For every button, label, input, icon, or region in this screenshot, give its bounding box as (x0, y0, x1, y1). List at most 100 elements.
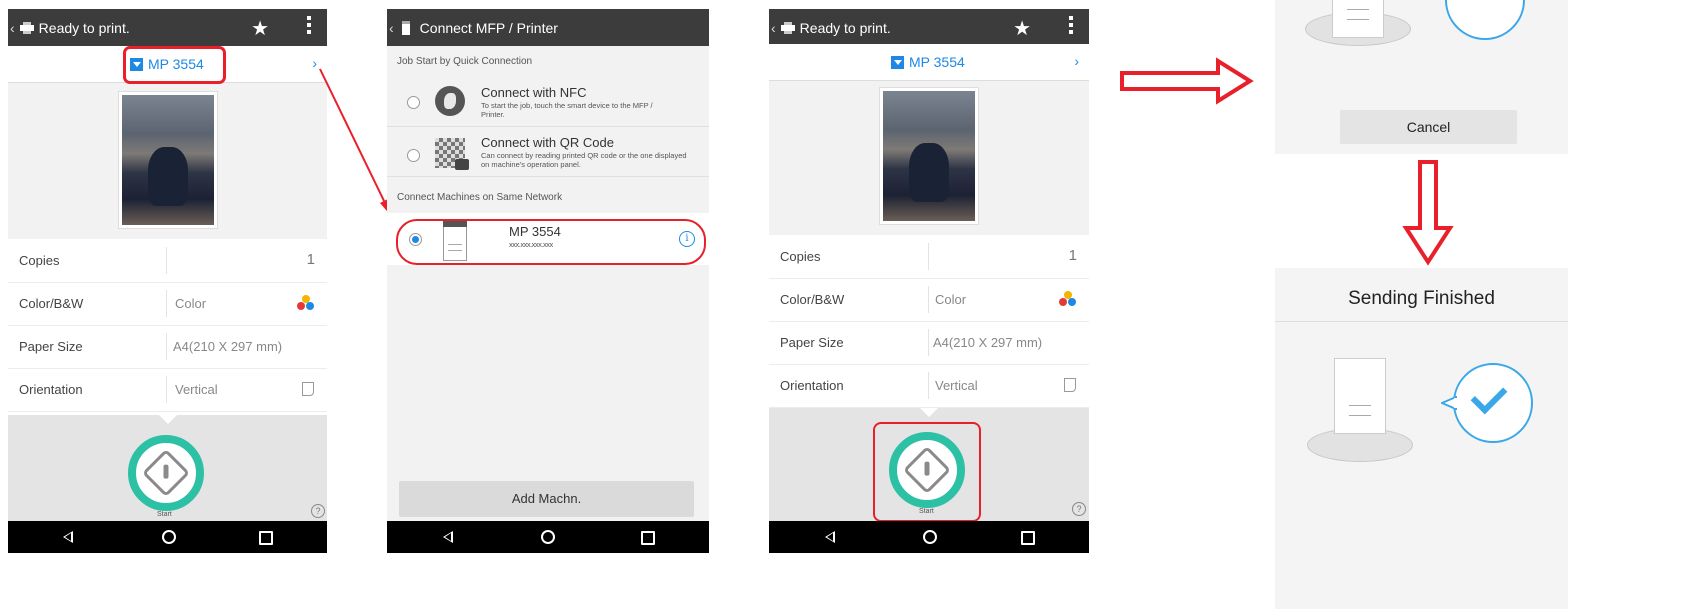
setting-label: Paper Size (780, 335, 844, 350)
device-name-label: MP 3554 (909, 54, 965, 70)
setting-label: Paper Size (19, 339, 83, 354)
setting-label: Color/B&W (19, 296, 84, 311)
dropdown-icon (891, 55, 904, 69)
setting-paper-size[interactable]: Paper Size A4(210 X 297 mm) (8, 325, 327, 369)
mfp-printer-icon (1334, 358, 1386, 434)
device-name[interactable]: MP 3554 (891, 54, 965, 70)
setting-value: Vertical (935, 378, 978, 393)
option-qr[interactable]: Connect with QR Code Can connect by read… (387, 126, 709, 177)
overflow-menu-icon[interactable] (307, 16, 311, 36)
header-title: Ready to print. (38, 19, 130, 36)
preview-thumbnail[interactable] (879, 87, 979, 225)
highlight-start (873, 422, 981, 522)
nfc-radio[interactable] (407, 96, 420, 109)
back-icon[interactable]: ‹ (10, 20, 15, 36)
setting-value: A4(210 X 297 mm) (933, 335, 1043, 350)
print-settings: Copies 1 Color/B&W Color Paper Size A4(2… (8, 239, 327, 415)
back-icon[interactable]: ‹ (389, 20, 394, 36)
setting-label: Orientation (19, 382, 83, 397)
mfp-printer-icon (1332, 0, 1384, 38)
qr-description: Can connect by reading printed QR code o… (481, 151, 687, 169)
highlight-device (123, 46, 226, 84)
phone-connect-printer: ‹ Connect MFP / Printer Job Start by Qui… (387, 9, 709, 553)
printer-icon (401, 20, 410, 35)
setting-color[interactable]: Color/B&W Color (769, 278, 1089, 322)
panel-sending-finished: Sending Finished (1275, 268, 1568, 609)
setting-label: Copies (780, 249, 821, 264)
nav-back-icon[interactable] (825, 531, 835, 543)
nav-recent-icon[interactable] (641, 531, 655, 545)
setting-value: Color (175, 296, 207, 311)
header-title: Ready to print. (799, 19, 891, 36)
setting-label: Copies (19, 253, 60, 268)
copies-count: 1 (1068, 247, 1077, 264)
start-label: Start (157, 511, 172, 518)
nav-recent-icon[interactable] (259, 531, 273, 545)
setting-color[interactable]: Color/B&W Color (8, 282, 327, 326)
qr-code-icon (435, 138, 469, 170)
android-nav-bar (387, 521, 709, 553)
help-icon[interactable]: ? (1072, 502, 1086, 516)
setting-orientation[interactable]: Orientation Vertical (769, 364, 1089, 408)
start-button[interactable] (128, 435, 204, 511)
qr-radio[interactable] (407, 149, 420, 162)
setting-paper-size[interactable]: Paper Size A4(210 X 297 mm) (769, 321, 1089, 365)
nav-recent-icon[interactable] (1021, 531, 1035, 545)
qr-title: Connect with QR Code (481, 135, 614, 150)
setting-copies[interactable]: Copies 1 (769, 235, 1089, 279)
sending-finished-title: Sending Finished (1348, 288, 1495, 309)
nfc-title: Connect with NFC (481, 85, 587, 100)
option-nfc[interactable]: Connect with NFC To start the job, touch… (387, 76, 709, 127)
nav-back-icon[interactable] (443, 531, 453, 543)
header-title: Connect MFP / Printer (419, 19, 558, 36)
nav-home-icon[interactable] (541, 530, 555, 544)
setting-value: Color (935, 292, 967, 307)
device-selector[interactable]: MP 3554 › (769, 44, 1089, 81)
cancel-button[interactable]: Cancel (1340, 110, 1517, 144)
help-icon[interactable]: ? (311, 504, 325, 518)
copies-count: 1 (306, 251, 315, 268)
nav-home-icon[interactable] (923, 530, 937, 544)
back-icon[interactable]: ‹ (771, 20, 776, 36)
chevron-right-icon[interactable]: › (1074, 53, 1079, 69)
camera-icon (455, 159, 469, 170)
bubble-tail-icon (1441, 396, 1457, 410)
flow-arrow-right (1120, 57, 1254, 105)
preview-thumbnail[interactable] (118, 91, 218, 229)
add-machine-button[interactable]: Add Machn. (399, 481, 694, 517)
setting-copies[interactable]: Copies 1 (8, 239, 327, 283)
overflow-menu-icon[interactable] (1069, 16, 1073, 36)
color-icon (1059, 291, 1077, 307)
highlight-machine (396, 219, 706, 265)
setting-orientation[interactable]: Orientation Vertical (8, 368, 327, 412)
setting-value: Vertical (175, 382, 218, 397)
phone-ready-to-print: ‹ Ready to print. ★ MP 3554 › Copies 1 C… (8, 9, 327, 553)
nav-back-icon[interactable] (63, 531, 73, 543)
nfc-icon (435, 86, 465, 116)
setting-label: Color/B&W (780, 292, 845, 307)
app-logo-icon (780, 21, 795, 34)
nav-home-icon[interactable] (162, 530, 176, 544)
android-nav-bar (8, 521, 327, 553)
star-icon[interactable]: ★ (251, 16, 269, 41)
start-area: Start ? (8, 415, 327, 521)
app-bar: ‹ Ready to print. ★ (769, 9, 1089, 46)
color-icon (297, 295, 315, 311)
section-quick-connection: Job Start by Quick Connection (397, 56, 533, 67)
page-orientation-icon (302, 382, 314, 396)
sending-progress-icon (1445, 0, 1525, 40)
app-bar: ‹ Ready to print. ★ (8, 9, 327, 46)
app-bar: ‹ Connect MFP / Printer (387, 9, 709, 46)
print-settings: Copies 1 Color/B&W Color Paper Size A4(2… (769, 235, 1089, 408)
android-nav-bar (769, 521, 1089, 553)
section-same-network: Connect Machines on Same Network (397, 192, 563, 203)
panel-sending: Cancel (1275, 0, 1568, 154)
setting-value: A4(210 X 297 mm) (173, 339, 283, 354)
setting-label: Orientation (780, 378, 844, 393)
phone-ready-to-print-start: ‹ Ready to print. ★ MP 3554 › Copies 1 C… (769, 9, 1089, 553)
nfc-description: To start the job, touch the smart device… (481, 101, 653, 119)
star-icon[interactable]: ★ (1013, 16, 1031, 41)
page-orientation-icon (1064, 378, 1076, 392)
flow-arrow-down (1402, 160, 1454, 266)
app-logo-icon (19, 21, 34, 34)
